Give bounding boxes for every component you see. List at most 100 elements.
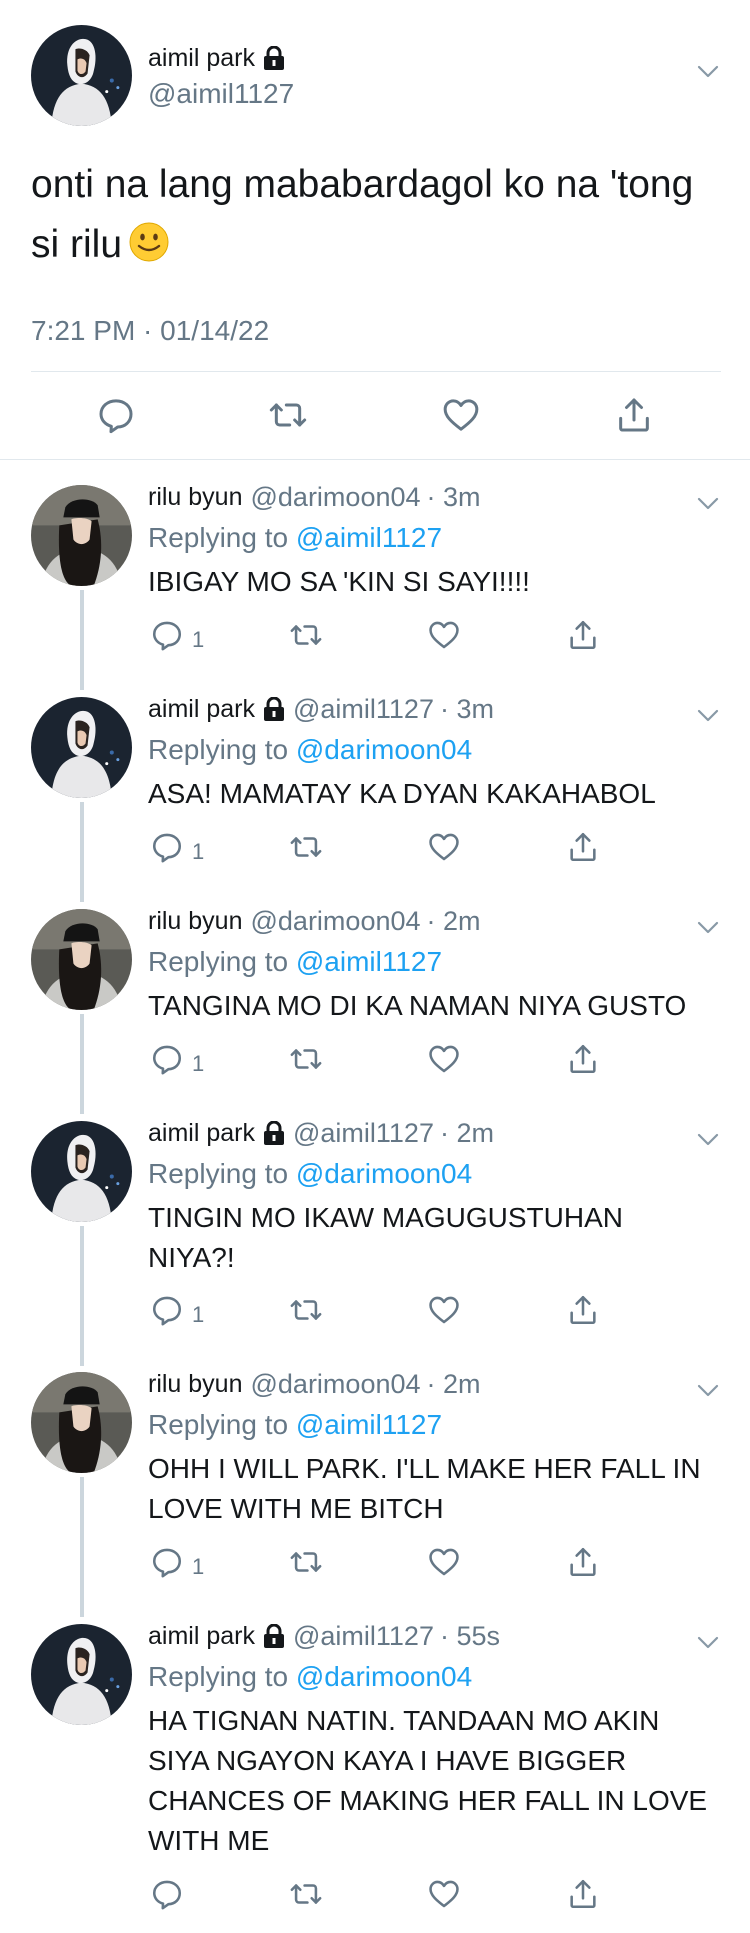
- reply-tweet[interactable]: aimil park @aimil1127 · 55s Replying to …: [0, 1599, 750, 1933]
- avatar[interactable]: [31, 697, 132, 798]
- author-handle[interactable]: @aimil1127: [293, 694, 434, 725]
- avatar[interactable]: [31, 1372, 132, 1473]
- reply-header: rilu byun @darimoon04 · 2m: [148, 1369, 481, 1400]
- reply-count: 1: [192, 1554, 205, 1579]
- replying-to-label: Replying to: [148, 946, 289, 977]
- mention-link[interactable]: @aimil1127: [296, 946, 442, 977]
- share-icon[interactable]: [566, 1545, 600, 1579]
- reply-tweet[interactable]: aimil park @aimil1127 · 3m Replying to @…: [0, 672, 750, 884]
- mention-link[interactable]: @aimil1127: [296, 1409, 442, 1440]
- avatar[interactable]: [31, 1624, 132, 1725]
- share-icon[interactable]: [614, 395, 654, 435]
- mention-link[interactable]: @darimoon04: [296, 1661, 472, 1692]
- author-handle[interactable]: @aimil1127: [148, 78, 294, 110]
- divider: [31, 371, 721, 372]
- reply-icon[interactable]: [150, 1877, 184, 1911]
- retweet-icon[interactable]: [289, 1545, 323, 1579]
- author-name[interactable]: rilu byun: [148, 907, 243, 936]
- chevron-down-icon[interactable]: [695, 1126, 721, 1152]
- retweet-icon[interactable]: [289, 1293, 323, 1327]
- reply-count: 1: [192, 1302, 205, 1327]
- retweet-icon[interactable]: [289, 1042, 323, 1076]
- share-icon[interactable]: [566, 1293, 600, 1327]
- replying-to: Replying to @aimil1127: [148, 946, 442, 978]
- like-icon[interactable]: [427, 618, 461, 652]
- share-icon[interactable]: [566, 1877, 600, 1911]
- reply-count: 1: [192, 839, 205, 864]
- reply-time[interactable]: · 2m: [427, 1369, 481, 1400]
- author-handle[interactable]: @aimil1127: [293, 1621, 434, 1652]
- reply-tweet[interactable]: rilu byun @darimoon04 · 2m Replying to @…: [0, 1347, 750, 1599]
- retweet-icon[interactable]: [268, 395, 308, 435]
- like-icon[interactable]: [441, 395, 481, 435]
- like-icon[interactable]: [427, 1877, 461, 1911]
- reply-icon[interactable]: [150, 1293, 184, 1327]
- retweet-icon[interactable]: [289, 1877, 323, 1911]
- reply-time[interactable]: · 2m: [427, 906, 481, 937]
- avatar[interactable]: [31, 1121, 132, 1222]
- author-name[interactable]: rilu byun: [148, 1370, 243, 1399]
- tweet-timestamp[interactable]: 7:21 PM · 01/14/22: [31, 315, 269, 347]
- lock-icon: [263, 46, 285, 71]
- reply-header: aimil park @aimil1127 · 3m: [148, 694, 494, 725]
- author-name[interactable]: aimil park: [148, 1622, 255, 1651]
- mention-link[interactable]: @darimoon04: [296, 1158, 472, 1189]
- author-name[interactable]: aimil park: [148, 44, 285, 73]
- author-name[interactable]: aimil park: [148, 1119, 255, 1148]
- tweet-text: onti na lang mababardagol ko na 'tong si…: [31, 155, 731, 275]
- mention-link[interactable]: @darimoon04: [296, 734, 472, 765]
- author-handle[interactable]: @aimil1127: [293, 1118, 434, 1149]
- like-icon[interactable]: [427, 1042, 461, 1076]
- reply-text: ASA! MAMATAY KA DYAN KAKAHABOL: [148, 778, 656, 809]
- replying-to: Replying to @aimil1127: [148, 1409, 442, 1441]
- replying-to-label: Replying to: [148, 734, 289, 765]
- chevron-down-icon[interactable]: [695, 914, 721, 940]
- avatar[interactable]: [31, 485, 132, 586]
- replying-to-label: Replying to: [148, 1158, 289, 1189]
- chevron-down-icon[interactable]: [695, 1629, 721, 1655]
- replying-to: Replying to @aimil1127: [148, 522, 442, 554]
- author-handle[interactable]: @darimoon04: [251, 1369, 421, 1400]
- chevron-down-icon[interactable]: [695, 1377, 721, 1403]
- avatar[interactable]: [31, 909, 132, 1010]
- like-icon[interactable]: [427, 1293, 461, 1327]
- replying-to: Replying to @darimoon04: [148, 1661, 472, 1693]
- share-icon[interactable]: [566, 618, 600, 652]
- retweet-icon[interactable]: [289, 618, 323, 652]
- author-name-text[interactable]: aimil park: [148, 44, 255, 73]
- author-name[interactable]: aimil park: [148, 695, 255, 724]
- replying-to-label: Replying to: [148, 1409, 289, 1440]
- reply-time[interactable]: · 2m: [440, 1118, 494, 1149]
- replying-to: Replying to @darimoon04: [148, 734, 472, 766]
- reply-header: aimil park @aimil1127 · 2m: [148, 1118, 494, 1149]
- reply-tweet[interactable]: rilu byun @darimoon04 · 3m Replying to @…: [0, 460, 750, 672]
- chevron-down-icon[interactable]: [695, 702, 721, 728]
- chevron-down-icon[interactable]: [695, 490, 721, 516]
- author-name[interactable]: rilu byun: [148, 483, 243, 512]
- like-icon[interactable]: [427, 830, 461, 864]
- share-icon[interactable]: [566, 1042, 600, 1076]
- reply-icon[interactable]: [150, 618, 184, 652]
- reply-time[interactable]: · 3m: [440, 694, 494, 725]
- reply-count: 1: [192, 1051, 205, 1076]
- author-handle[interactable]: @darimoon04: [251, 906, 421, 937]
- like-icon[interactable]: [427, 1545, 461, 1579]
- reply-time[interactable]: · 3m: [427, 482, 481, 513]
- retweet-icon[interactable]: [289, 830, 323, 864]
- reply-text: OHH I WILL PARK. I'LL MAKE HER FALL IN L…: [148, 1453, 701, 1524]
- share-icon[interactable]: [566, 830, 600, 864]
- avatar[interactable]: [31, 25, 132, 126]
- lock-icon: [263, 1121, 285, 1146]
- reply-icon[interactable]: [150, 1042, 184, 1076]
- reply-icon[interactable]: [96, 395, 136, 435]
- reply-time[interactable]: · 55s: [440, 1621, 500, 1652]
- reply-tweet[interactable]: rilu byun @darimoon04 · 2m Replying to @…: [0, 884, 750, 1096]
- author-handle[interactable]: @darimoon04: [251, 482, 421, 513]
- mention-link[interactable]: @aimil1127: [296, 522, 442, 553]
- reply-tweet[interactable]: aimil park @aimil1127 · 2m Replying to @…: [0, 1096, 750, 1347]
- reply-icon[interactable]: [150, 830, 184, 864]
- chevron-down-icon[interactable]: [695, 58, 721, 84]
- reply-icon[interactable]: [150, 1545, 184, 1579]
- reply-count: 1: [192, 627, 205, 652]
- reply-text: IBIGAY MO SA 'KIN SI SAYI!!!!: [148, 566, 530, 597]
